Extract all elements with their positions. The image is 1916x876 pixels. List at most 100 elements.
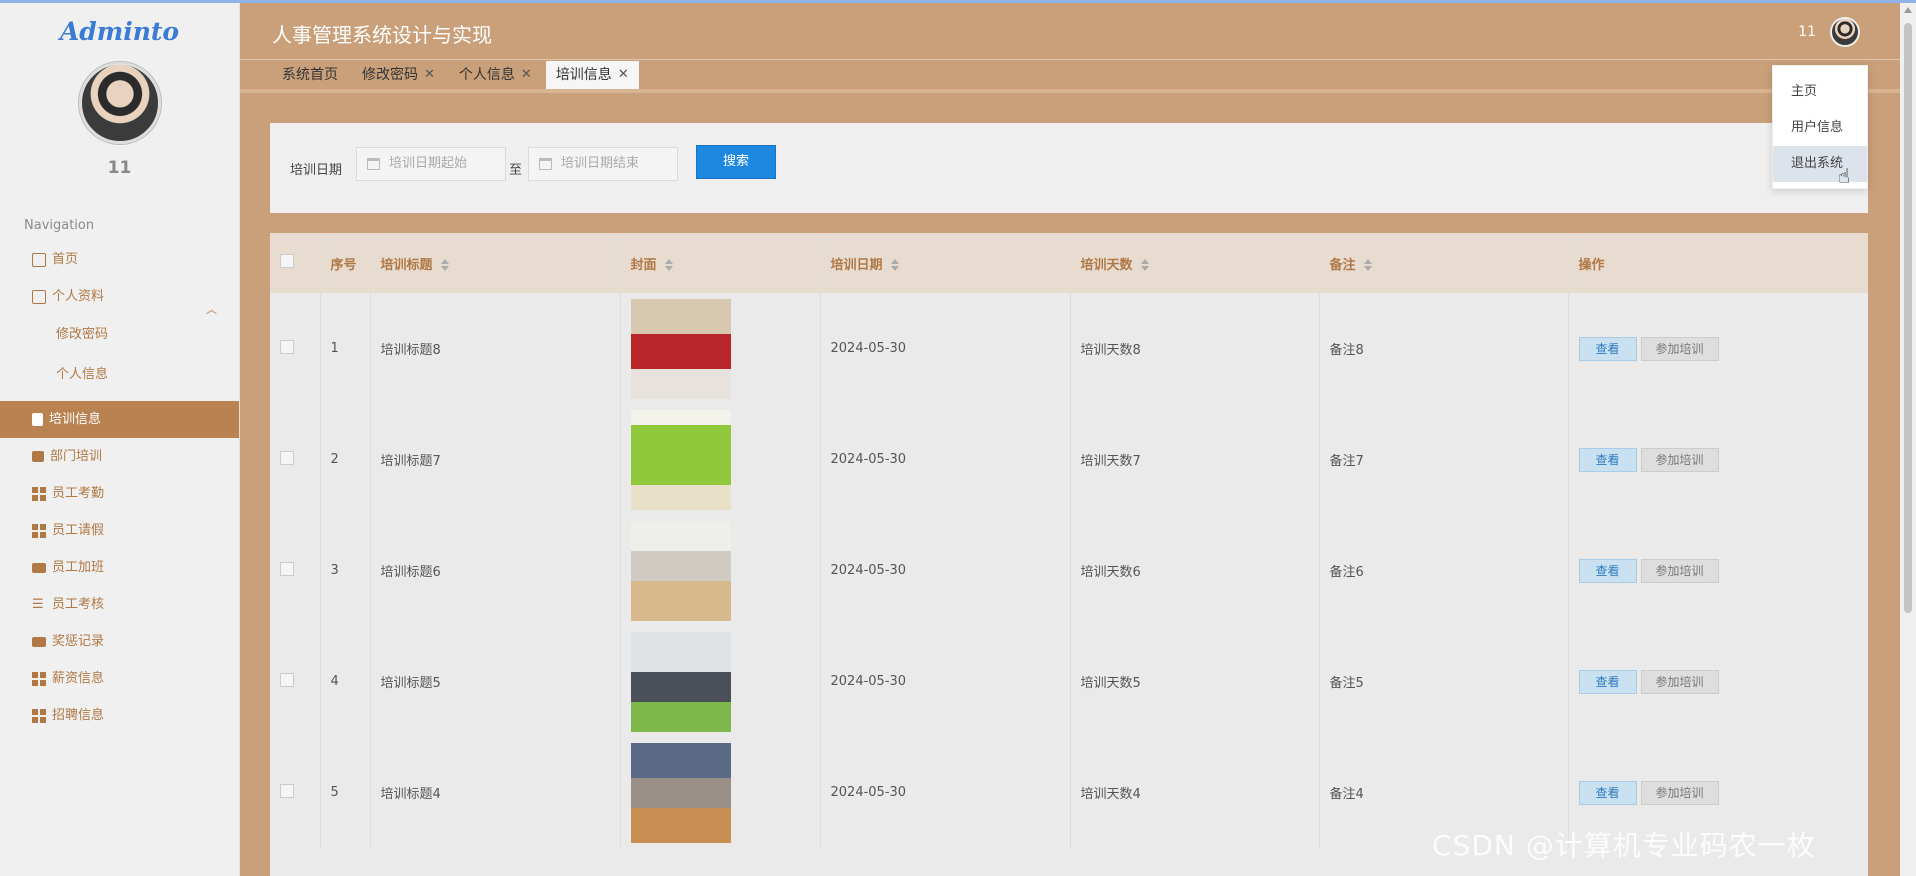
sidebar: Adminto 11 Navigation 首页 个人资料 ︿ 修改密码 个人信… xyxy=(0,3,240,876)
row-checkbox[interactable] xyxy=(280,339,294,354)
join-training-button[interactable]: 参加培训 xyxy=(1640,558,1719,583)
sidebar-item-salary[interactable]: 薪资信息 xyxy=(0,660,239,697)
row-checkbox[interactable] xyxy=(280,450,294,465)
join-training-button[interactable]: 参加培训 xyxy=(1640,336,1719,361)
page-scrollbar[interactable] xyxy=(1900,3,1916,876)
scroll-up-arrow-icon[interactable] xyxy=(1904,7,1912,13)
main-content: 培训日期 培训日期起始 至 培训日期结束 搜索 序号 培训标题 封面 培训日期 … xyxy=(240,93,1900,876)
row-title: 培训标题7 xyxy=(370,404,621,515)
ticket-icon xyxy=(32,562,46,573)
close-icon[interactable]: ✕ xyxy=(618,61,629,89)
table-row: 4 培训标题5 2024-05-30 培训天数5 备注5 查看 参加培训 xyxy=(270,626,1868,737)
search-button[interactable]: 搜索 xyxy=(696,145,776,179)
sidebar-item-profile[interactable]: 个人资料 ︿ xyxy=(0,278,239,316)
clipboard-icon xyxy=(32,413,43,426)
user-avatar[interactable] xyxy=(78,62,161,144)
search-panel: 培训日期 培训日期起始 至 培训日期结束 搜索 xyxy=(270,123,1868,213)
row-days: 培训天数4 xyxy=(1070,737,1320,848)
cover-image[interactable] xyxy=(630,409,731,510)
sidebar-item-personal-info[interactable]: 个人信息 xyxy=(0,355,239,395)
row-days: 培训天数6 xyxy=(1070,515,1320,626)
column-header-title[interactable]: 培训标题 xyxy=(370,233,621,293)
row-days: 培训天数5 xyxy=(1070,626,1320,737)
cover-image[interactable] xyxy=(630,631,731,732)
sort-icon[interactable] xyxy=(890,259,899,271)
row-date: 2024-05-30 xyxy=(820,293,1071,404)
row-note: 备注6 xyxy=(1319,515,1569,626)
nav-section-title: Navigation xyxy=(24,218,95,233)
row-date: 2024-05-30 xyxy=(820,404,1071,515)
cover-image[interactable] xyxy=(630,298,731,399)
table-row: 3 培训标题6 2024-05-30 培训天数6 备注6 查看 参加培训 xyxy=(270,515,1868,626)
header-user-name: 11 xyxy=(1798,24,1816,40)
close-icon[interactable]: ✕ xyxy=(521,61,532,89)
dropdown-item-home[interactable]: 主页 xyxy=(1773,74,1867,110)
header-avatar[interactable] xyxy=(1830,17,1860,47)
tab-label: 个人信息 xyxy=(458,67,515,83)
date-range-separator: 至 xyxy=(509,163,523,178)
view-button[interactable]: 查看 xyxy=(1578,447,1637,472)
sidebar-item-rewards[interactable]: 奖惩记录 xyxy=(0,623,239,660)
date-start-placeholder: 培训日期起始 xyxy=(389,156,468,171)
grid-icon xyxy=(32,671,46,686)
tab-bar: 系统首页 修改密码 ✕ 个人信息 ✕ 培训信息 ✕ xyxy=(240,59,1900,89)
column-header-no: 序号 xyxy=(320,233,371,293)
table-header-row: 序号 培训标题 封面 培训日期 培训天数 备注 操作 xyxy=(270,233,1868,293)
tab-training-info[interactable]: 培训信息 ✕ xyxy=(545,61,639,89)
sidebar-item-dept-training[interactable]: 部门培训 xyxy=(0,438,239,475)
join-training-button[interactable]: 参加培训 xyxy=(1640,780,1719,805)
date-start-input[interactable]: 培训日期起始 xyxy=(356,147,506,181)
row-checkbox[interactable] xyxy=(280,783,294,798)
chart-icon xyxy=(32,451,44,462)
sidebar-item-label: 首页 xyxy=(52,252,79,267)
sidebar-item-attendance[interactable]: 员工考勤 xyxy=(0,475,239,512)
column-header-cover[interactable]: 封面 xyxy=(620,233,821,293)
sidebar-item-label: 招聘信息 xyxy=(52,708,105,723)
header-user-menu[interactable]: 11 xyxy=(1798,17,1860,47)
row-title: 培训标题5 xyxy=(370,626,621,737)
grid-icon xyxy=(32,486,46,501)
sidebar-user-name: 11 xyxy=(107,158,132,178)
sidebar-item-recruitment[interactable]: 招聘信息 xyxy=(0,697,239,734)
sidebar-item-training-info[interactable]: 培训信息 xyxy=(0,401,239,438)
cover-image[interactable] xyxy=(630,520,731,621)
view-button[interactable]: 查看 xyxy=(1578,336,1637,361)
tab-home[interactable]: 系统首页 xyxy=(272,61,348,89)
sidebar-item-change-password[interactable]: 修改密码 xyxy=(0,315,239,355)
join-training-button[interactable]: 参加培训 xyxy=(1640,669,1719,694)
sliders-icon: ☰ xyxy=(32,596,44,612)
top-header: 人事管理系统设计与实现 11 xyxy=(240,3,1900,59)
sort-icon[interactable] xyxy=(440,259,449,271)
sidebar-item-label: 员工请假 xyxy=(52,523,105,538)
dropdown-item-logout[interactable]: 退出系统 xyxy=(1773,146,1867,182)
sidebar-item-home[interactable]: 首页 xyxy=(0,241,239,278)
sort-icon[interactable] xyxy=(664,259,673,271)
view-button[interactable]: 查看 xyxy=(1578,558,1637,583)
view-button[interactable]: 查看 xyxy=(1578,669,1637,694)
tab-change-password[interactable]: 修改密码 ✕ xyxy=(352,61,445,89)
sidebar-item-label: 个人资料 xyxy=(52,289,105,304)
column-header-note[interactable]: 备注 xyxy=(1319,233,1569,293)
view-button[interactable]: 查看 xyxy=(1578,780,1637,805)
monitor-icon xyxy=(32,636,46,647)
user-dropdown-menu: 主页 用户信息 退出系统 xyxy=(1772,65,1868,189)
sidebar-item-overtime[interactable]: 员工加班 xyxy=(0,549,239,586)
dropdown-item-user-info[interactable]: 用户信息 xyxy=(1773,110,1867,146)
cover-image[interactable] xyxy=(630,742,731,843)
tab-personal-info[interactable]: 个人信息 ✕ xyxy=(449,61,542,89)
column-header-date[interactable]: 培训日期 xyxy=(820,233,1071,293)
row-title: 培训标题6 xyxy=(370,515,621,626)
sort-icon[interactable] xyxy=(1363,259,1372,271)
sort-icon[interactable] xyxy=(1140,259,1149,271)
date-end-input[interactable]: 培训日期结束 xyxy=(528,147,678,181)
sidebar-item-leave[interactable]: 员工请假 xyxy=(0,512,239,549)
sidebar-item-assessment[interactable]: ☰ 员工考核 xyxy=(0,586,239,623)
row-checkbox[interactable] xyxy=(280,672,294,687)
join-training-button[interactable]: 参加培训 xyxy=(1640,447,1719,472)
scrollbar-thumb[interactable] xyxy=(1904,23,1912,613)
sidebar-item-label: 员工加班 xyxy=(52,560,105,575)
select-all-checkbox[interactable] xyxy=(280,254,294,268)
column-header-days[interactable]: 培训天数 xyxy=(1070,233,1320,293)
close-icon[interactable]: ✕ xyxy=(424,61,435,89)
row-checkbox[interactable] xyxy=(280,561,294,576)
